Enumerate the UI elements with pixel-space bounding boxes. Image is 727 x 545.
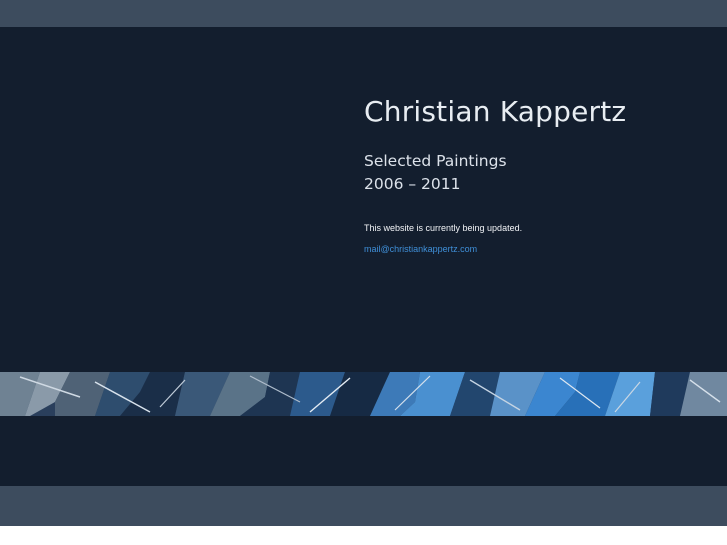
bottom-margin xyxy=(0,526,727,545)
update-notice: This website is currently being updated. xyxy=(364,223,523,233)
painting-strip-image xyxy=(0,372,727,416)
intro-text-block: Christian Kappertz Selected Paintings 20… xyxy=(364,92,626,256)
subtitle: Selected Paintings 2006 – 2011 xyxy=(364,150,626,196)
email-link[interactable]: mail@christiankappertz.com xyxy=(364,243,477,255)
site-title: Christian Kappertz xyxy=(364,95,627,128)
bottom-bar xyxy=(0,486,727,526)
subtitle-line-series: Selected Paintings xyxy=(364,152,507,170)
top-bar xyxy=(0,0,727,27)
subtitle-line-years: 2006 – 2011 xyxy=(364,175,461,193)
page: Christian Kappertz Selected Paintings 20… xyxy=(0,0,727,545)
